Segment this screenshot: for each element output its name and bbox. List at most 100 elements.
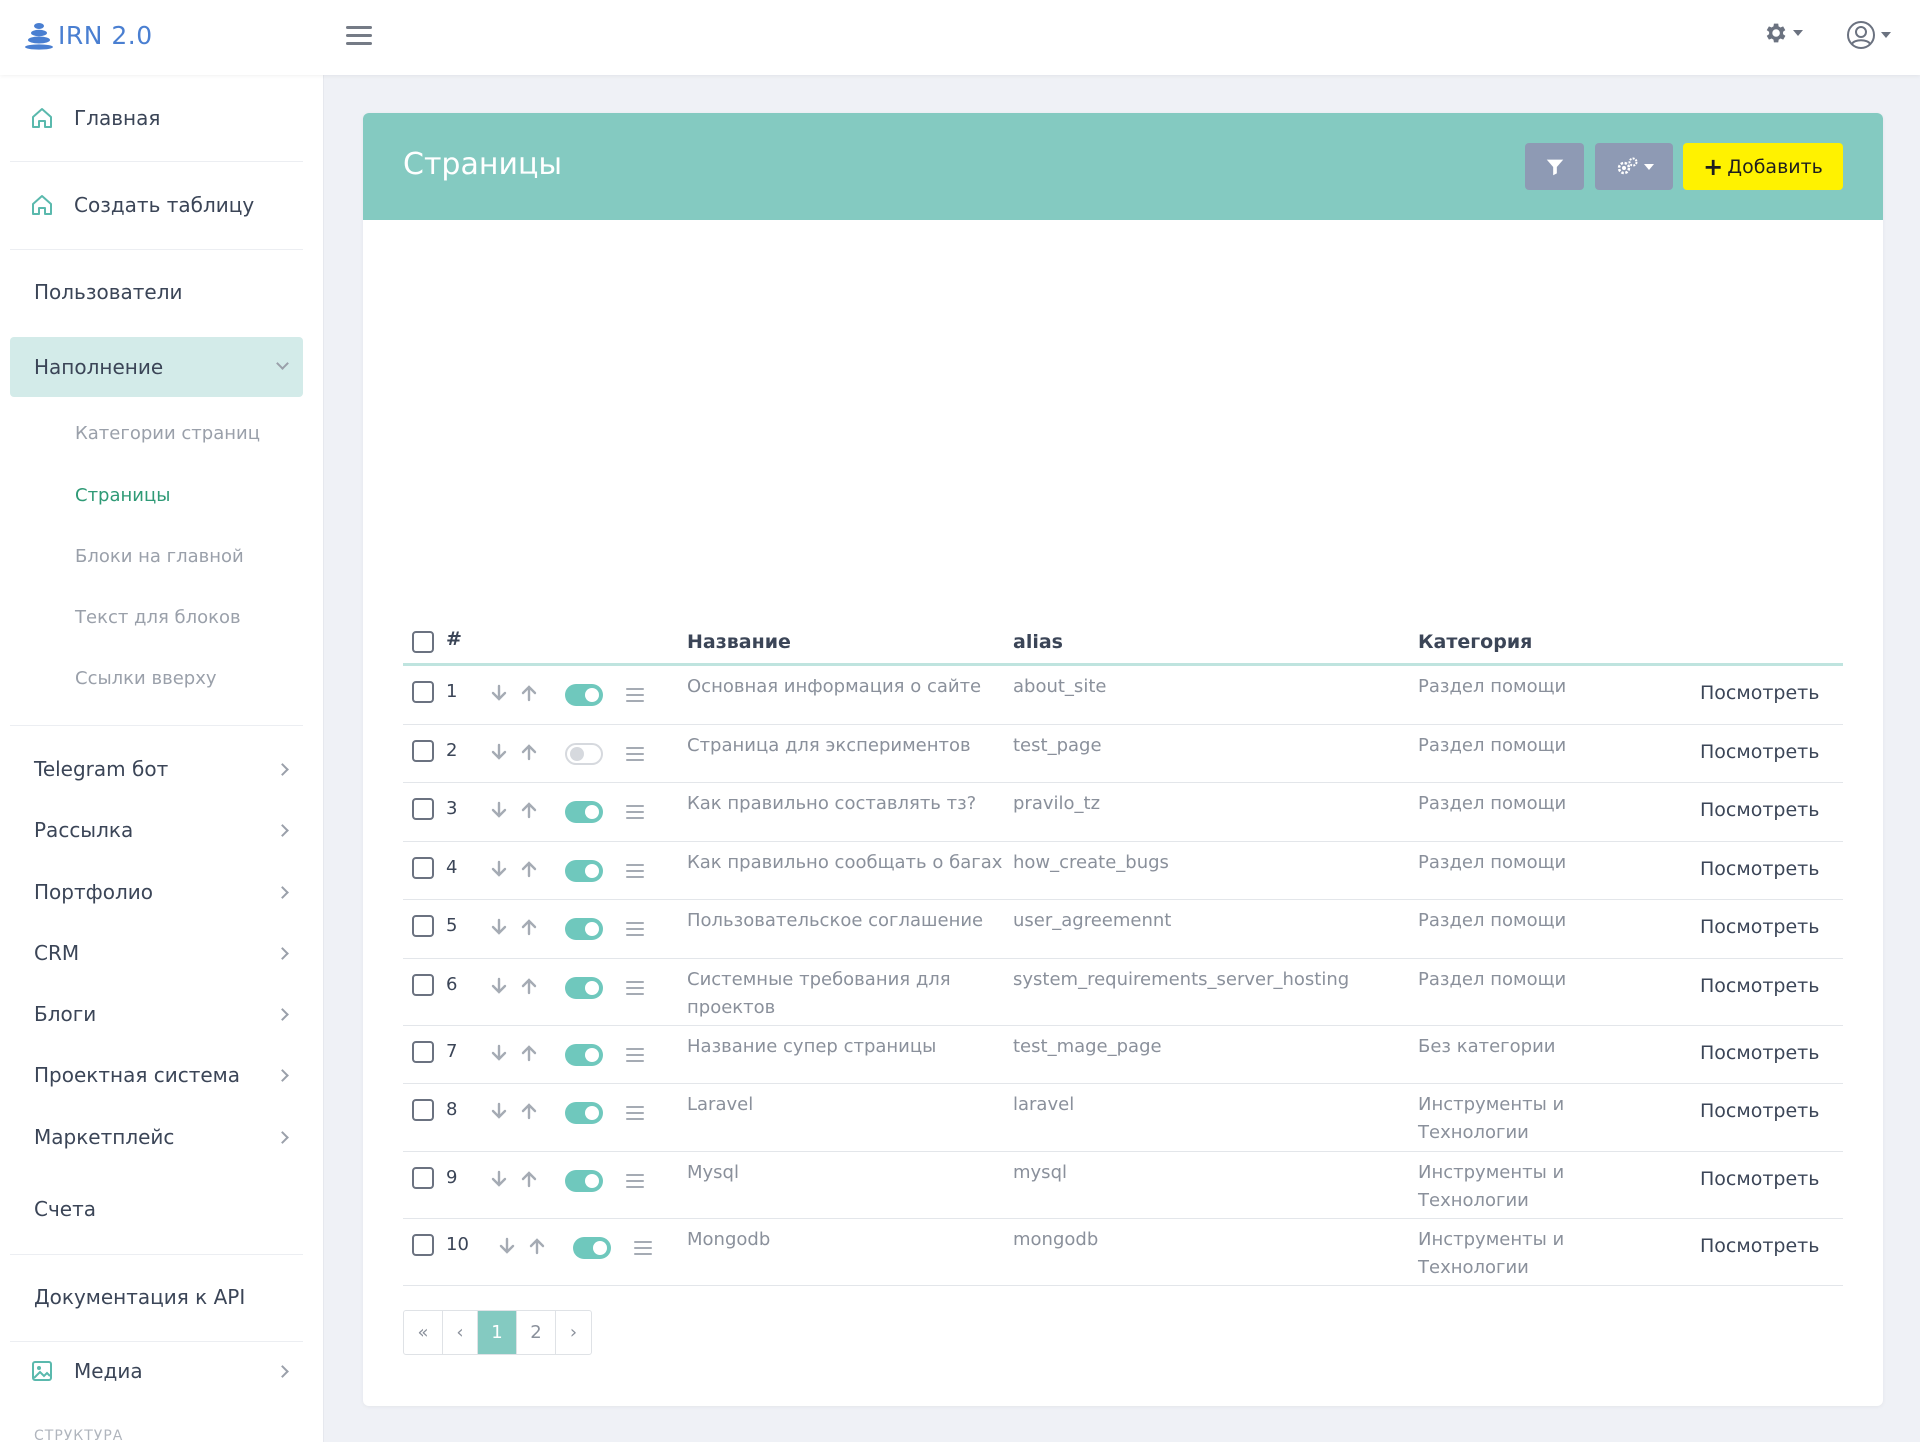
row-checkbox[interactable] — [412, 681, 434, 703]
view-link[interactable]: Посмотреть — [1700, 975, 1819, 997]
drag-handle-icon[interactable] — [626, 747, 644, 761]
sidebar-item-portfolio[interactable]: Портфолио — [10, 862, 303, 922]
sidebar-subitem-home-blocks[interactable]: Блоки на главной — [75, 546, 244, 567]
view-link[interactable]: Посмотреть — [1700, 916, 1819, 938]
sidebar-item-invoices[interactable]: Счета — [10, 1179, 303, 1239]
move-down-icon[interactable] — [489, 1043, 509, 1063]
drag-handle-icon[interactable] — [626, 981, 644, 995]
column-header-name[interactable]: Название — [687, 631, 791, 653]
publish-toggle[interactable] — [565, 977, 603, 999]
move-up-icon[interactable] — [519, 1043, 539, 1063]
drag-handle-icon[interactable] — [626, 864, 644, 878]
add-button[interactable]: + Добавить — [1683, 143, 1843, 190]
column-header-alias[interactable]: alias — [1013, 631, 1063, 653]
move-down-icon[interactable] — [489, 683, 509, 703]
sidebar-item-label: Медиа — [74, 1359, 143, 1383]
sidebar-item-content[interactable]: Наполнение — [10, 337, 303, 397]
sidebar-item-label: Портфолио — [34, 880, 153, 904]
table-row: 4 Как правильно сообщать о багах how_creat… — [403, 842, 1843, 900]
view-link[interactable]: Посмотреть — [1700, 741, 1819, 763]
row-checkbox[interactable] — [412, 857, 434, 879]
sidebar-item-users[interactable]: Пользователи — [10, 262, 303, 322]
pagination-first[interactable]: « — [404, 1311, 443, 1354]
row-checkbox[interactable] — [412, 1167, 434, 1189]
sidebar-item-blogs[interactable]: Блоги — [10, 984, 303, 1044]
user-menu[interactable] — [1846, 20, 1891, 50]
move-up-icon[interactable] — [527, 1236, 547, 1256]
move-down-icon[interactable] — [489, 859, 509, 879]
view-link[interactable]: Посмотреть — [1700, 1168, 1819, 1190]
row-name: Основная информация о сайте — [687, 676, 982, 697]
move-down-icon[interactable] — [489, 1169, 509, 1189]
column-header-category[interactable]: Категория — [1418, 631, 1532, 653]
move-up-icon[interactable] — [519, 917, 539, 937]
move-up-icon[interactable] — [519, 800, 539, 820]
move-up-icon[interactable] — [519, 1101, 539, 1121]
publish-toggle[interactable] — [565, 1102, 603, 1124]
move-up-icon[interactable] — [519, 742, 539, 762]
view-link[interactable]: Посмотреть — [1700, 682, 1819, 704]
select-all-checkbox[interactable] — [412, 631, 434, 653]
view-link[interactable]: Посмотреть — [1700, 1100, 1819, 1122]
publish-toggle[interactable] — [565, 918, 603, 940]
settings-menu[interactable] — [1762, 20, 1803, 46]
move-down-icon[interactable] — [489, 976, 509, 996]
sidebar-item-media[interactable]: Медиа — [10, 1341, 303, 1401]
drag-handle-icon[interactable] — [626, 1174, 644, 1188]
view-link[interactable]: Посмотреть — [1700, 799, 1819, 821]
move-down-icon[interactable] — [489, 1101, 509, 1121]
sidebar-item-telegram-bot[interactable]: Telegram бот — [10, 739, 303, 799]
move-up-icon[interactable] — [519, 859, 539, 879]
row-checkbox[interactable] — [412, 798, 434, 820]
publish-toggle[interactable] — [565, 801, 603, 823]
sidebar-subitem-page-categories[interactable]: Категории страниц — [75, 423, 260, 444]
row-checkbox[interactable] — [412, 1099, 434, 1121]
move-up-icon[interactable] — [519, 976, 539, 996]
row-checkbox[interactable] — [412, 915, 434, 937]
drag-handle-icon[interactable] — [626, 805, 644, 819]
logo[interactable]: IRN 2.0 — [24, 18, 153, 52]
sidebar-item-marketplace[interactable]: Маркетплейс — [10, 1107, 303, 1167]
move-down-icon[interactable] — [489, 742, 509, 762]
publish-toggle[interactable] — [565, 684, 603, 706]
row-checkbox[interactable] — [412, 1234, 434, 1256]
publish-toggle[interactable] — [565, 1044, 603, 1066]
move-down-icon[interactable] — [489, 917, 509, 937]
sidebar-item-home[interactable]: Главная — [10, 88, 303, 148]
view-link[interactable]: Посмотреть — [1700, 858, 1819, 880]
move-down-icon[interactable] — [497, 1236, 517, 1256]
pagination-page-2[interactable]: 2 — [517, 1311, 556, 1354]
drag-handle-icon[interactable] — [626, 1106, 644, 1120]
view-link[interactable]: Посмотреть — [1700, 1235, 1819, 1257]
sidebar-subitem-pages[interactable]: Страницы — [75, 485, 170, 506]
drag-handle-icon[interactable] — [634, 1241, 652, 1255]
drag-handle-icon[interactable] — [626, 688, 644, 702]
sidebar-item-project-system[interactable]: Проектная система — [10, 1045, 303, 1105]
move-down-icon[interactable] — [489, 800, 509, 820]
row-number: 8 — [446, 1099, 458, 1120]
publish-toggle[interactable] — [565, 1170, 603, 1192]
row-checkbox[interactable] — [412, 974, 434, 996]
settings-dropdown-button[interactable] — [1595, 143, 1673, 190]
publish-toggle[interactable] — [565, 860, 603, 882]
publish-toggle[interactable] — [573, 1237, 611, 1259]
sidebar-item-api-docs[interactable]: Документация к API — [10, 1267, 303, 1327]
sidebar-subitem-top-links[interactable]: Ссылки вверху — [75, 668, 217, 689]
drag-handle-icon[interactable] — [626, 922, 644, 936]
pagination-page-1[interactable]: 1 — [478, 1311, 517, 1354]
pagination-prev[interactable]: ‹ — [443, 1311, 478, 1354]
publish-toggle[interactable] — [565, 743, 603, 765]
row-checkbox[interactable] — [412, 1041, 434, 1063]
row-checkbox[interactable] — [412, 740, 434, 762]
view-link[interactable]: Посмотреть — [1700, 1042, 1819, 1064]
sidebar-subitem-block-texts[interactable]: Текст для блоков — [75, 607, 241, 628]
sidebar-item-create-table[interactable]: Создать таблицу — [10, 175, 303, 235]
hamburger-icon[interactable] — [346, 26, 372, 46]
filter-button[interactable] — [1525, 143, 1584, 190]
pagination-next[interactable]: › — [556, 1311, 591, 1354]
sidebar-item-crm[interactable]: CRM — [10, 923, 303, 983]
sidebar-item-mailing[interactable]: Рассылка — [10, 800, 303, 860]
move-up-icon[interactable] — [519, 1169, 539, 1189]
move-up-icon[interactable] — [519, 683, 539, 703]
drag-handle-icon[interactable] — [626, 1048, 644, 1062]
